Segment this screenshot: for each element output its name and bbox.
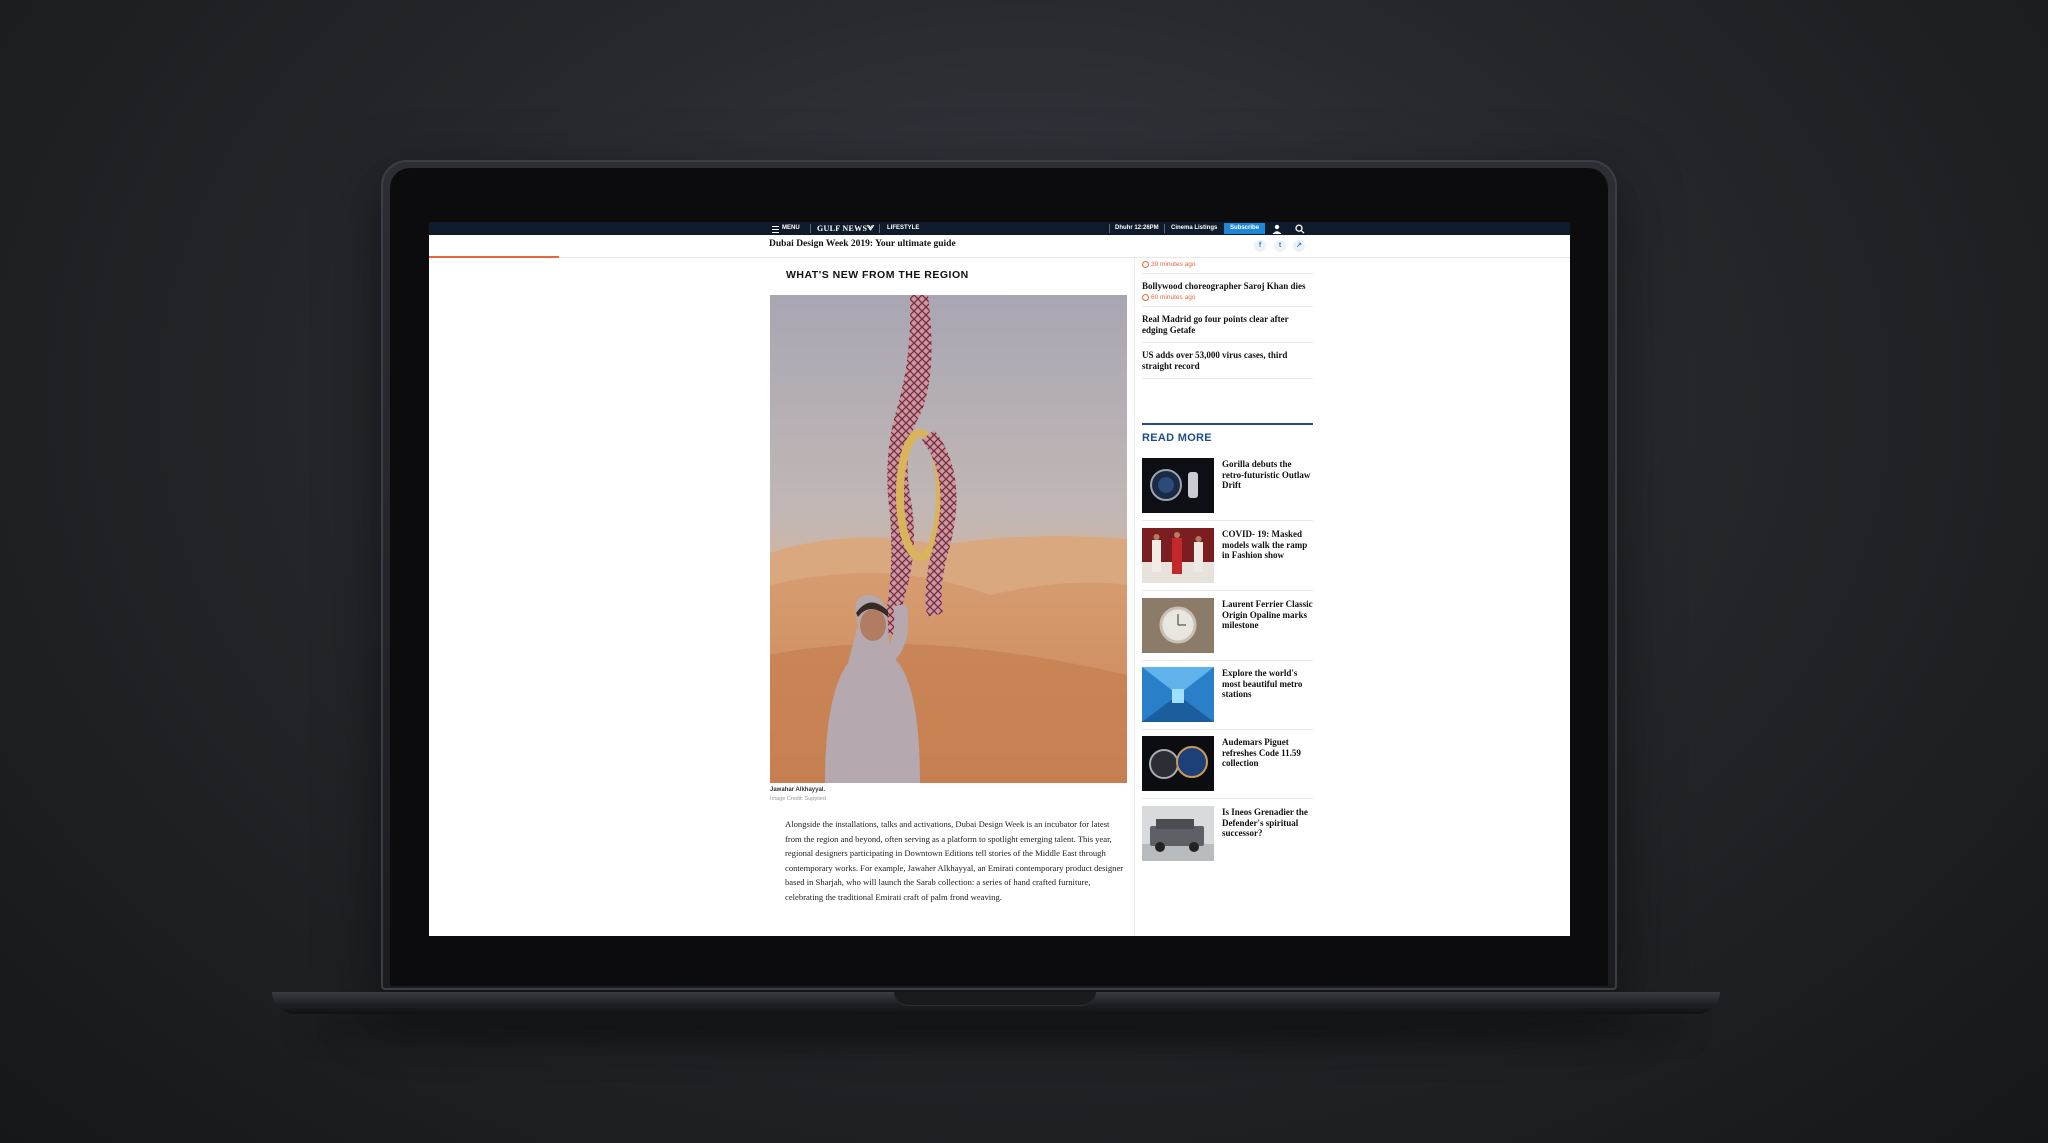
header-divider (879, 224, 880, 233)
list-divider (1142, 798, 1313, 799)
list-item[interactable]: Real Madrid go four points clear after e… (1142, 314, 1313, 336)
read-more-item[interactable]: Explore the world's most beautiful metro… (1142, 667, 1314, 730)
search-icon[interactable] (1294, 224, 1306, 234)
article-sticky-bar: Dubai Design Week 2019: Your ultimate gu… (429, 235, 1570, 258)
reading-progress-bar (429, 256, 559, 258)
list-item[interactable]: US adds over 53,000 virus cases, third s… (1142, 350, 1313, 372)
column-divider (1134, 258, 1135, 936)
list-item[interactable]: Bollywood choreographer Saroj Khan dies … (1142, 281, 1313, 301)
thumbnail-watch-blue[interactable] (1142, 736, 1214, 791)
thumbnail-watch-dark[interactable] (1142, 458, 1214, 513)
thumbnail-suv[interactable] (1142, 806, 1214, 861)
article-photo (770, 295, 1127, 783)
thumbnail-metro-station[interactable] (1142, 667, 1214, 722)
subscribe-button[interactable]: Subscribe (1224, 223, 1265, 234)
read-more-item[interactable]: Gorilla debuts the retro-futuristic Outl… (1142, 458, 1314, 521)
list-divider (1142, 729, 1313, 730)
list-divider (1142, 590, 1313, 591)
thumbnail-fashion-show[interactable] (1142, 528, 1214, 583)
thumbnail-watch-light[interactable] (1142, 598, 1214, 653)
clock-icon (1142, 261, 1149, 268)
timestamp: 39 minutes ago (1142, 261, 1313, 268)
article-body-paragraph: Alongside the installations, talks and a… (785, 819, 1124, 902)
clock-icon (1142, 294, 1149, 302)
list-divider (1142, 342, 1313, 344)
section-heading: WHAT'S NEW FROM THE REGION (786, 269, 969, 281)
read-more-title[interactable]: Is Ineos Grenadier the Defender's spirit… (1222, 807, 1314, 839)
article-title: Dubai Design Week 2019: Your ultimate gu… (769, 239, 956, 249)
headline-link[interactable]: US adds over 53,000 virus cases, third s… (1142, 350, 1313, 372)
list-divider (1142, 520, 1313, 521)
headline-link[interactable]: Bollywood choreographer Saroj Khan dies (1142, 281, 1313, 292)
section-label[interactable]: LIFESTYLE (887, 225, 919, 231)
site-logo[interactable]: GULF NEWS (817, 224, 867, 233)
read-more-heading: READ MORE (1142, 432, 1212, 444)
logo-emblem-icon (866, 224, 875, 231)
laptop-hinge-notch (894, 992, 1096, 1006)
laptop-shadow (300, 1014, 1692, 1040)
read-more-item[interactable]: COVID- 19: Masked models walk the ramp i… (1142, 528, 1314, 591)
headline-link[interactable]: Real Madrid go four points clear after e… (1142, 314, 1313, 336)
read-more-title[interactable]: Audemars Piguet refreshes Code 11.59 col… (1222, 737, 1314, 769)
prayer-time: Dhuhr 12:26PM (1115, 225, 1159, 231)
read-more-rule (1142, 423, 1313, 425)
list-divider (1142, 660, 1313, 661)
photo-caption: Jawahar Alkhayyal. (770, 787, 826, 793)
read-more-item[interactable]: Audemars Piguet refreshes Code 11.59 col… (1142, 736, 1314, 799)
timestamp: 60 minutes ago (1142, 294, 1313, 301)
read-more-item[interactable]: Is Ineos Grenadier the Defender's spirit… (1142, 806, 1313, 864)
hamburger-menu-icon[interactable] (772, 226, 779, 233)
browser-screen: MENU GULF NEWS LIFESTYLE Dhuhr 12:26PM C… (429, 222, 1570, 936)
read-more-title[interactable]: Laurent Ferrier Classic Origin Opaline m… (1222, 599, 1314, 631)
user-icon[interactable] (1271, 224, 1283, 234)
share-arrow-icon[interactable]: ↗ (1293, 240, 1305, 252)
header-divider (1164, 224, 1165, 233)
header-divider (810, 224, 811, 233)
twitter-share-icon[interactable]: t (1274, 240, 1286, 252)
site-header: MENU GULF NEWS LIFESTYLE Dhuhr 12:26PM C… (429, 222, 1570, 235)
latest-news-list: 39 minutes ago Bollywood choreographer S… (1142, 258, 1313, 380)
facebook-share-icon[interactable]: f (1254, 240, 1266, 252)
read-more-item[interactable]: Laurent Ferrier Classic Origin Opaline m… (1142, 598, 1314, 661)
read-more-title[interactable]: Explore the world's most beautiful metro… (1222, 668, 1314, 700)
list-divider (1142, 273, 1313, 275)
read-more-title[interactable]: COVID- 19: Masked models walk the ramp i… (1222, 529, 1314, 561)
menu-button[interactable]: MENU (782, 225, 800, 231)
header-divider (1109, 224, 1110, 233)
list-divider (1142, 378, 1313, 380)
photo-credit: Image Credit: Supplied (770, 796, 826, 802)
read-more-title[interactable]: Gorilla debuts the retro-futuristic Outl… (1222, 459, 1314, 491)
cinema-listings-link[interactable]: Cinema Listings (1171, 225, 1217, 231)
list-divider (1142, 306, 1313, 308)
